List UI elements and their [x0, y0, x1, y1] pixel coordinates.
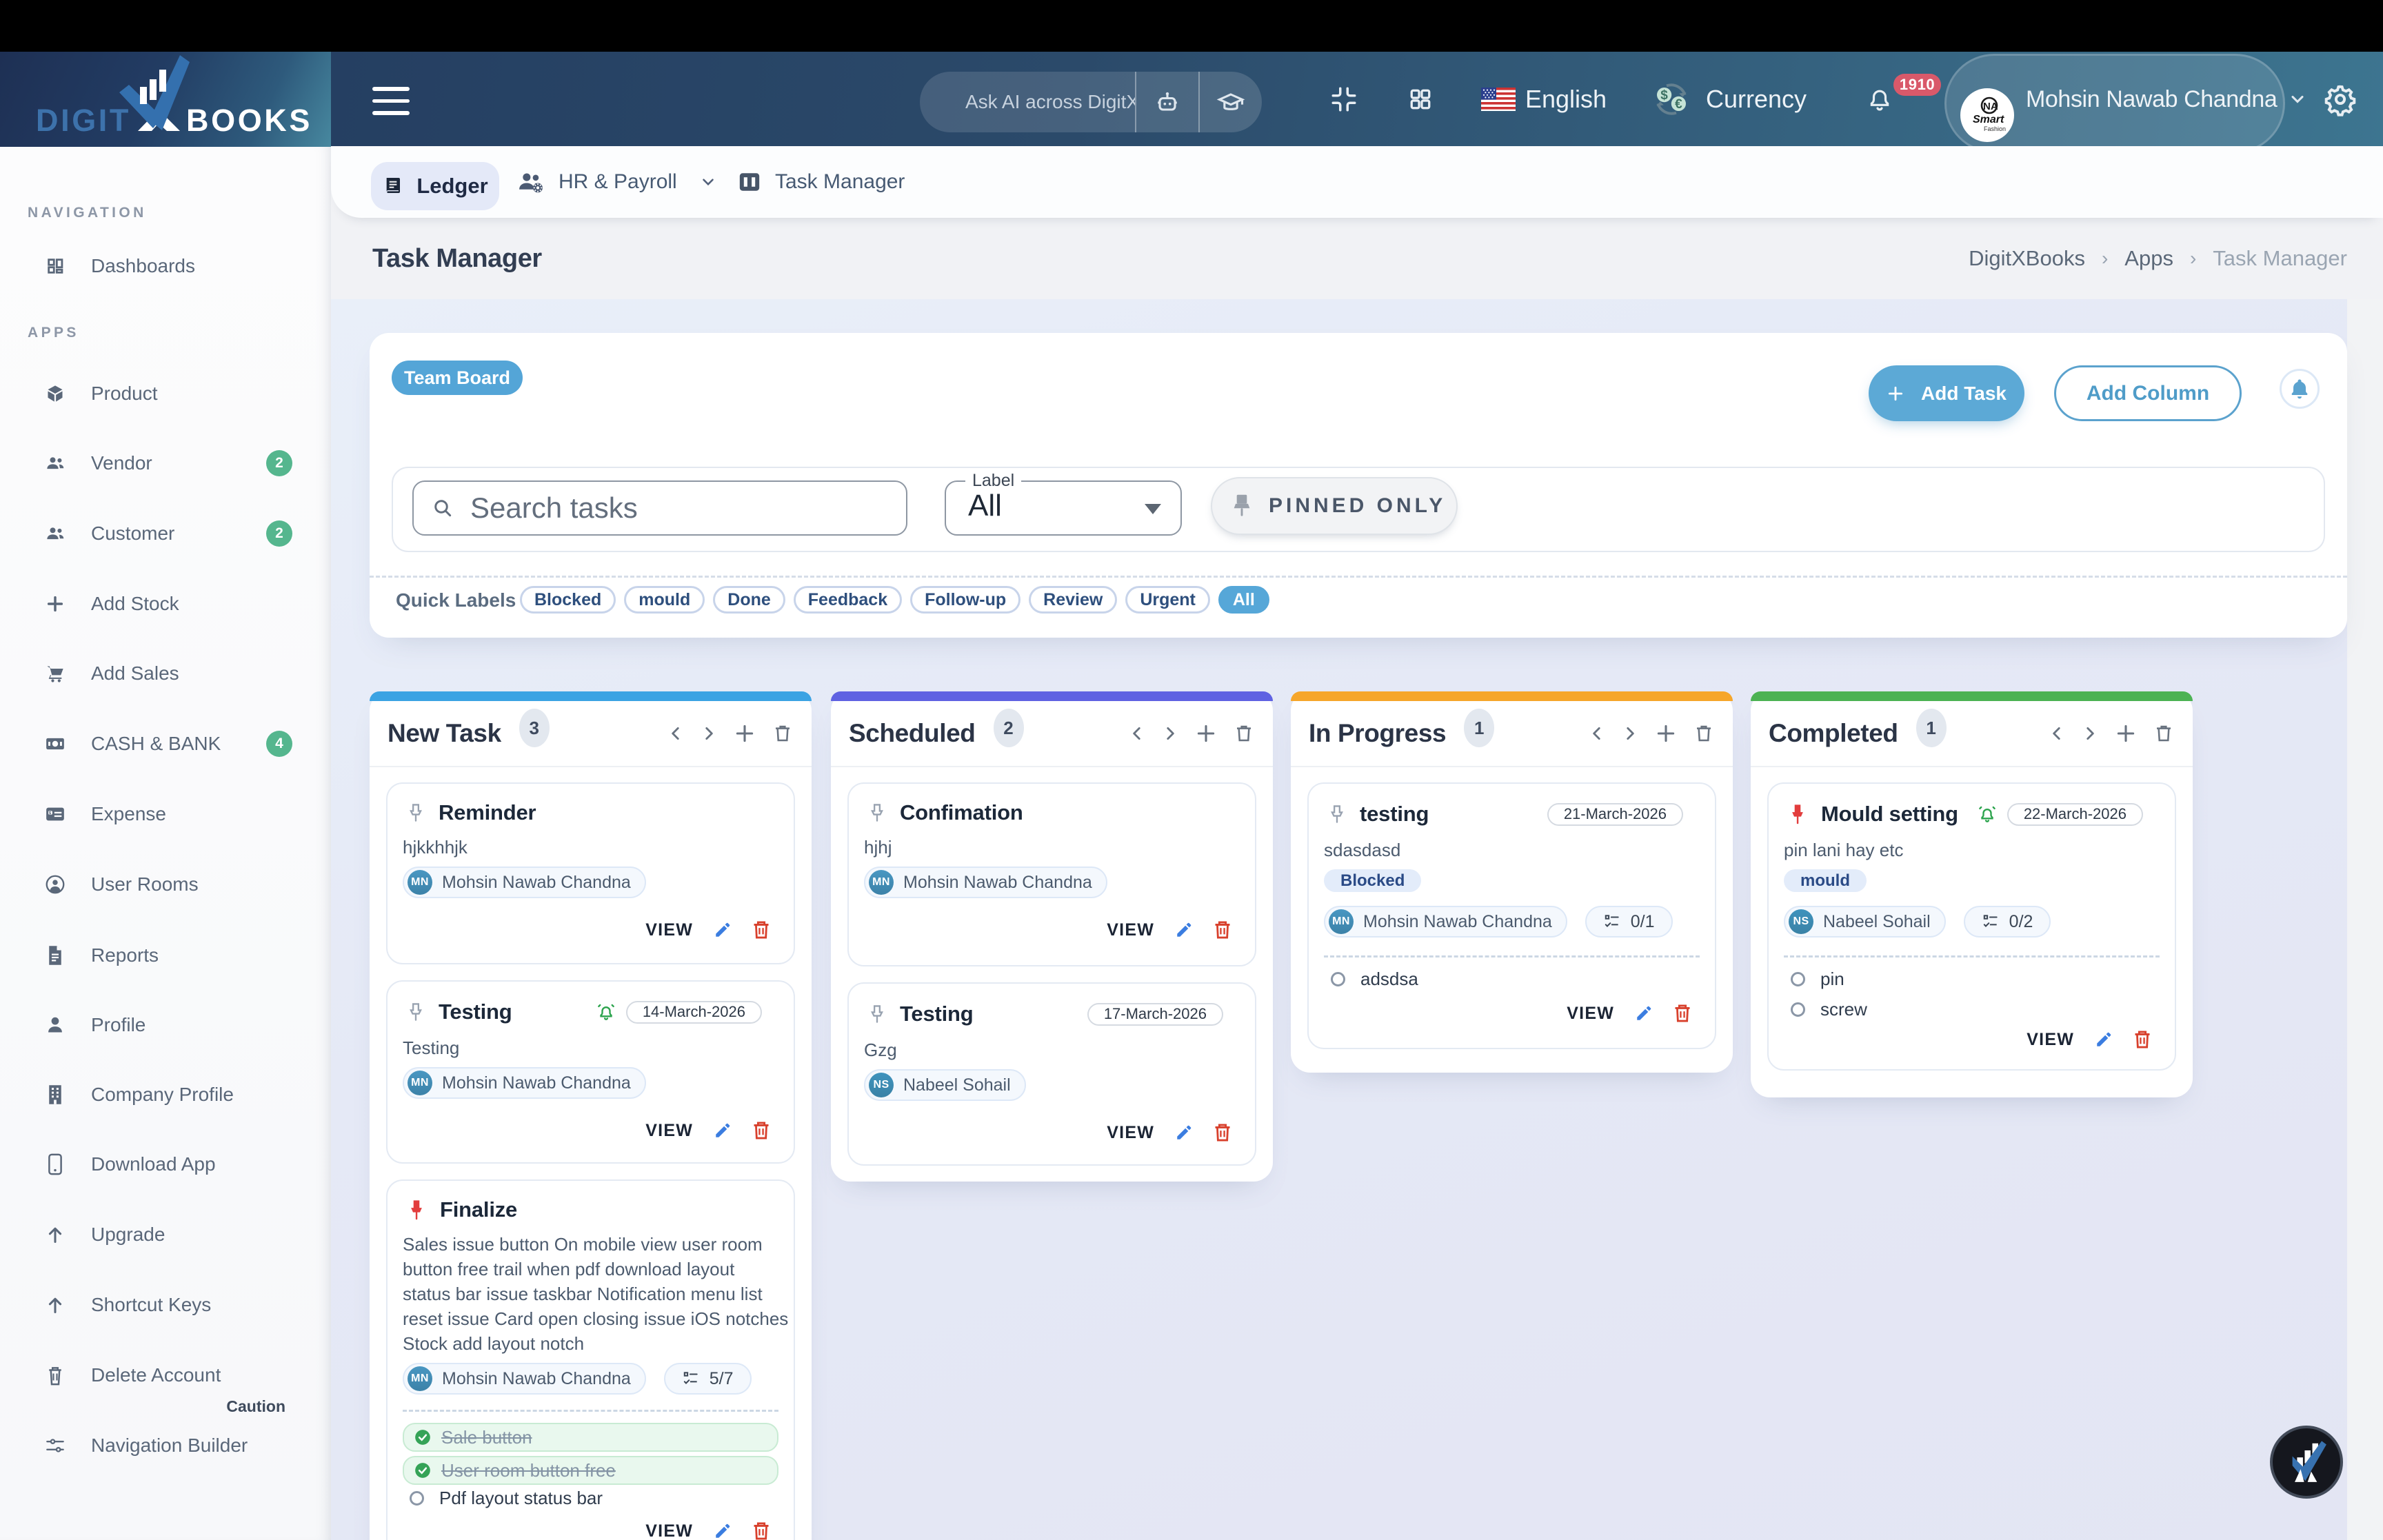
svg-text:$: $ — [1660, 88, 1668, 103]
svg-text:NA: NA — [1983, 101, 1998, 112]
svg-text:DIGIT: DIGIT — [36, 103, 131, 138]
svg-text:€: € — [1675, 97, 1682, 112]
svg-text:Smart: Smart — [1973, 114, 2004, 125]
svg-text:Fashion: Fashion — [1984, 125, 2006, 132]
svg-text:BOOKS: BOOKS — [186, 103, 312, 138]
